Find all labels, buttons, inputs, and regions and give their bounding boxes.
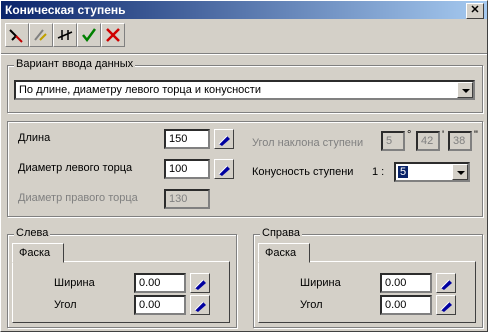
second-symbol: " [474,129,478,141]
window-title: Коническая ступень [5,3,126,17]
right-diameter-field: 130 [164,189,210,209]
input-variant-select[interactable]: По длине, диаметру левого торца и конусн… [14,80,475,100]
cancel-button[interactable] [101,23,125,47]
left-tab-chamfer[interactable]: Фаска [12,243,64,263]
taper-prefix: 1 : [372,166,385,178]
right-legend: Справа [260,227,302,239]
right-angle-pick-button[interactable] [436,295,456,315]
angle-deg-value: 5 [386,135,393,147]
left-angle-pick-button[interactable] [190,295,210,315]
taper-select[interactable]: 5 [394,162,470,182]
input-variant-value: По длине, диаметру левого торца и конусн… [19,84,261,96]
right-width-field[interactable]: 0.00 [380,273,432,293]
length-pick-button[interactable] [214,129,234,149]
input-variant-legend: Вариант ввода данных [14,58,136,70]
left-width-label: Ширина [54,277,95,289]
right-group: Справа Фаска Ширина 0.00 Угол 0.00 [253,227,483,328]
right-diameter-label: Диаметр правого торца [18,192,138,204]
params-group: Длина 150 Диаметр левого торца 100 Диаме… [7,121,483,217]
angle-sec-value: 38 [453,135,466,147]
left-width-value: 0.00 [139,277,161,289]
edit-pen-icon [34,29,47,41]
left-angle-value: 0.00 [139,299,161,311]
dimension-button[interactable] [53,23,77,47]
length-value: 150 [169,133,188,145]
angle-deg-field: 5 [381,131,405,151]
toolbar-separator [1,53,487,55]
right-diameter-value: 130 [169,193,188,205]
left-diameter-value: 100 [169,163,188,175]
pick-icon [440,279,452,290]
angle-sec-field: 38 [448,131,472,151]
right-width-pick-button[interactable] [436,273,456,293]
length-field[interactable]: 150 [164,129,210,149]
angle-label: Угол наклона ступени [252,137,364,149]
pick-icon [218,165,230,176]
chevron-down-icon[interactable] [452,164,468,180]
dialog-window: Коническая ступень ✕ Вариант ввода данны… [0,0,488,332]
left-diameter-pick-button[interactable] [214,159,234,179]
input-variant-group: Вариант ввода данных По длине, диаметру … [7,58,483,113]
right-angle-label: Угол [300,299,323,311]
draw-pen-button[interactable] [5,23,29,47]
pick-icon [194,301,206,312]
close-button[interactable]: ✕ [466,3,484,19]
right-tab-chamfer[interactable]: Фаска [258,243,310,263]
taper-value: 5 [398,166,409,178]
chevron-down-icon[interactable] [457,82,473,98]
pick-icon [440,301,452,312]
title-bar[interactable]: Коническая ступень ✕ [1,1,487,19]
left-width-pick-button[interactable] [190,273,210,293]
taper-label: Конусность ступени [252,166,354,178]
left-angle-label: Угол [54,299,77,311]
cancel-icon [106,28,120,42]
left-tab-label: Фаска [19,247,51,259]
ok-button[interactable] [77,23,101,47]
right-angle-value: 0.00 [385,299,407,311]
right-width-value: 0.00 [385,277,407,289]
left-legend: Слева [14,227,51,239]
pick-icon [194,279,206,290]
right-width-label: Ширина [300,277,341,289]
left-width-field[interactable]: 0.00 [134,273,186,293]
angle-min-value: 42 [421,135,434,147]
right-angle-field[interactable]: 0.00 [380,295,432,315]
draw-pen-icon [9,29,23,43]
right-tab-label: Фаска [265,247,297,259]
check-icon [82,28,97,43]
degree-symbol: ° [407,129,412,141]
left-diameter-field[interactable]: 100 [164,159,210,179]
angle-min-field: 42 [416,131,440,151]
pick-icon [218,135,230,146]
left-group: Слева Фаска Ширина 0.00 Угол 0.00 [7,227,237,328]
length-label: Длина [18,132,51,144]
dimension-icon [57,30,73,40]
left-angle-field[interactable]: 0.00 [134,295,186,315]
edit-pen-button[interactable] [29,23,53,47]
left-diameter-label: Диаметр левого торца [18,162,133,174]
minute-symbol: ' [442,129,445,141]
